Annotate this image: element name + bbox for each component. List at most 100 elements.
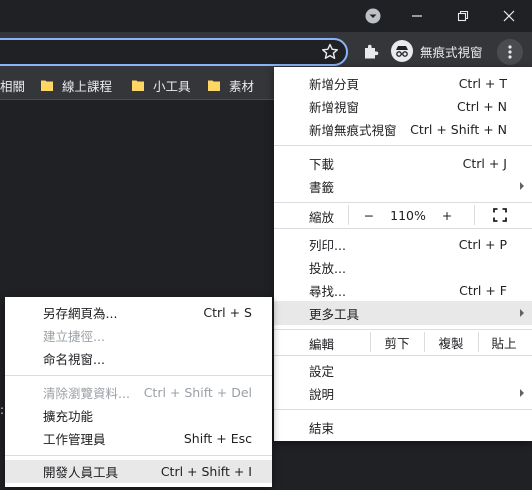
zoom-row: 縮放 − 110% + xyxy=(274,203,532,227)
bookmark-item[interactable]: 相關 xyxy=(0,70,25,100)
menu-item-more-tools[interactable]: 更多工具 xyxy=(274,301,532,325)
zoom-out-button[interactable]: − xyxy=(358,203,380,227)
bookmark-label: 小工具 xyxy=(153,78,191,94)
menu-item-label: 清除瀏覽資料... xyxy=(43,386,130,401)
menu-item-new-window[interactable]: 新增視窗 Ctrl + N xyxy=(274,94,532,118)
menu-item-label: 開發人員工具 xyxy=(43,465,119,480)
bookmark-label: 素材 xyxy=(229,78,255,94)
menu-item-shortcut: Ctrl + Shift + N xyxy=(410,121,507,137)
menu-item-exit[interactable]: 結束 xyxy=(274,415,532,439)
divider xyxy=(474,205,475,225)
menu-separator xyxy=(5,375,272,376)
menu-item-find[interactable]: 尋找... Ctrl + F xyxy=(274,278,532,302)
minimize-button[interactable] xyxy=(394,0,440,32)
menu-separator xyxy=(274,409,532,410)
bookmark-star-button[interactable] xyxy=(320,42,340,62)
star-icon xyxy=(322,43,338,59)
menu-item-shortcut: Ctrl + Shift + I xyxy=(160,464,252,479)
submenu-item-task-manager[interactable]: 工作管理員 Shift + Esc xyxy=(5,427,272,450)
menu-item-label: 新增視窗 xyxy=(309,99,360,115)
menu-item-shortcut: Ctrl + F xyxy=(459,282,507,298)
chevron-down-icon xyxy=(365,8,381,24)
submenu-item-extensions[interactable]: 擴充功能 xyxy=(5,404,272,427)
chevron-right-icon xyxy=(520,389,524,397)
menu-item-label: 書籤 xyxy=(309,179,335,195)
edit-label: 編輯 xyxy=(309,337,335,352)
zoom-in-button[interactable]: + xyxy=(436,203,458,227)
submenu-item-clear-data[interactable]: 清除瀏覽資料... Ctrl + Shift + Del xyxy=(5,381,272,404)
puzzle-icon xyxy=(365,44,379,59)
menu-separator xyxy=(274,355,532,356)
menu-item-cast[interactable]: 投放... xyxy=(274,255,532,279)
chevron-right-icon xyxy=(520,309,524,317)
menu-item-downloads[interactable]: 下載 Ctrl + J xyxy=(274,151,532,175)
submenu-item-dev-tools[interactable]: 開發人員工具 Ctrl + Shift + I xyxy=(5,460,272,483)
bookmark-label: 線上課程 xyxy=(62,78,113,94)
paste-button[interactable]: 貼上 xyxy=(479,330,529,354)
close-icon xyxy=(503,10,515,22)
menu-item-label: 擴充功能 xyxy=(43,409,94,424)
menu-item-label: 尋找... xyxy=(309,283,346,299)
incognito-label: 無痕式視窗 xyxy=(420,44,483,60)
submenu-item-create-shortcut[interactable]: 建立捷徑... xyxy=(5,324,272,347)
menu-item-new-incognito[interactable]: 新增無痕式視窗 Ctrl + Shift + N xyxy=(274,117,532,141)
address-bar[interactable] xyxy=(0,38,348,66)
menu-item-label: 新增分頁 xyxy=(309,76,360,92)
menu-item-label: 新增無痕式視窗 xyxy=(309,122,397,138)
menu-item-label: 下載 xyxy=(309,156,335,172)
incognito-avatar xyxy=(391,40,413,62)
chrome-main-menu: 新增分頁 Ctrl + T 新增視窗 Ctrl + N 新增無痕式視窗 Ctrl… xyxy=(274,67,532,441)
menu-item-label: 結束 xyxy=(309,420,335,436)
menu-item-shortcut: Ctrl + J xyxy=(462,155,507,171)
menu-item-shortcut: Ctrl + T xyxy=(458,75,507,91)
more-tools-submenu: 另存網頁為... Ctrl + S 建立捷徑... 命名視窗... 清除瀏覽資料… xyxy=(5,297,272,487)
title-bar xyxy=(0,0,532,32)
menu-item-print[interactable]: 列印... Ctrl + P xyxy=(274,232,532,256)
menu-item-bookmarks[interactable]: 書籤 xyxy=(274,174,532,198)
fullscreen-button[interactable] xyxy=(484,203,516,227)
menu-item-shortcut: Ctrl + N xyxy=(456,98,507,114)
menu-item-settings[interactable]: 設定 xyxy=(274,358,532,382)
close-button[interactable] xyxy=(486,0,532,32)
menu-separator xyxy=(5,455,272,456)
menu-item-label: 更多工具 xyxy=(309,306,360,322)
tab-search-button[interactable] xyxy=(350,0,396,32)
menu-item-shortcut: Ctrl + S xyxy=(203,305,252,320)
submenu-item-save-as[interactable]: 另存網頁為... Ctrl + S xyxy=(5,301,272,324)
bookmark-folder[interactable]: 素材 xyxy=(208,70,254,100)
chevron-right-icon xyxy=(520,182,524,190)
menu-item-shortcut: Ctrl + P xyxy=(458,236,507,252)
menu-item-label: 另存網頁為... xyxy=(43,306,118,321)
menu-item-help[interactable]: 說明 xyxy=(274,381,532,405)
menu-separator xyxy=(274,228,532,229)
more-vert-icon xyxy=(508,45,512,59)
menu-item-label: 命名視窗... xyxy=(43,352,105,367)
bookmark-folder[interactable]: 小工具 xyxy=(132,70,191,100)
menu-item-label: 投放... xyxy=(309,260,346,276)
menu-separator xyxy=(274,145,532,146)
incognito-indicator[interactable]: 無痕式視窗 xyxy=(390,39,486,63)
toolbar: 無痕式視窗 xyxy=(0,32,532,70)
menu-item-label: 說明 xyxy=(309,386,335,402)
minimize-icon xyxy=(412,15,422,17)
extensions-button[interactable] xyxy=(361,42,381,62)
folder-icon xyxy=(208,80,220,91)
menu-item-label: 工作管理員 xyxy=(43,432,106,447)
incognito-icon xyxy=(396,46,408,57)
folder-icon xyxy=(41,80,53,91)
menu-item-label: 列印... xyxy=(309,237,346,253)
copy-button[interactable]: 複製 xyxy=(425,330,477,354)
restore-button[interactable] xyxy=(440,0,486,32)
submenu-item-name-window[interactable]: 命名視窗... xyxy=(5,347,272,370)
cut-button[interactable]: 剪下 xyxy=(371,330,423,354)
zoom-level: 110% xyxy=(390,207,426,223)
menu-item-new-tab[interactable]: 新增分頁 Ctrl + T xyxy=(274,71,532,95)
restore-icon xyxy=(457,10,469,22)
bookmark-folder[interactable]: 線上課程 xyxy=(41,70,112,100)
menu-item-shortcut: Shift + Esc xyxy=(183,431,252,446)
bookmark-label: 相關 xyxy=(0,78,26,94)
fullscreen-icon xyxy=(493,208,507,222)
main-menu-button[interactable] xyxy=(497,39,523,65)
zoom-label: 縮放 xyxy=(309,210,335,225)
menu-item-shortcut: Ctrl + Shift + Del xyxy=(143,385,252,400)
